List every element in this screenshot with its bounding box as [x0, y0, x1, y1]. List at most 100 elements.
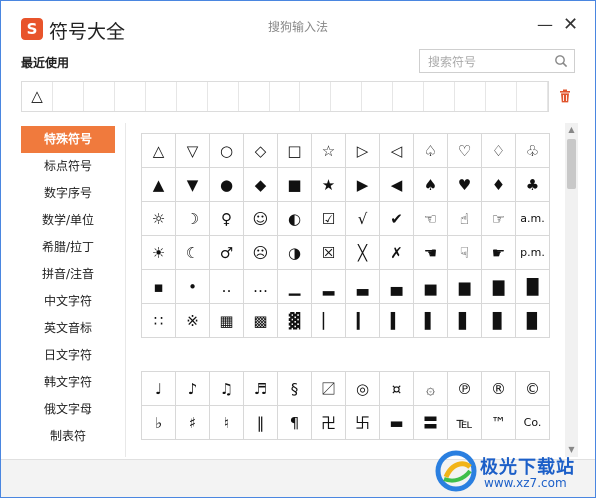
symbol-cell[interactable]: ☜ [413, 201, 448, 236]
symbol-cell[interactable]: ♬ [243, 371, 278, 406]
sidebar-item[interactable]: 数学/单位 [21, 207, 115, 234]
symbol-cell[interactable]: ♂ [209, 235, 244, 270]
sidebar-item[interactable]: 韩文字符 [21, 369, 115, 396]
symbol-cell[interactable]: ♤ [413, 133, 448, 168]
symbol-cell[interactable]: ▩ [243, 303, 278, 338]
symbol-cell[interactable]: ◎ [345, 371, 380, 406]
recent-symbol-cell[interactable] [455, 82, 487, 111]
symbol-cell[interactable]: ♢ [481, 133, 516, 168]
symbol-cell[interactable]: √ [345, 201, 380, 236]
sidebar-item[interactable]: 拼音/注音 [21, 261, 115, 288]
symbol-cell[interactable]: □ [277, 133, 312, 168]
symbol-cell[interactable]: ▼ [175, 167, 210, 202]
symbol-cell[interactable]: ™ [481, 405, 516, 440]
recent-symbol-cell[interactable] [115, 82, 146, 111]
symbol-cell[interactable]: a.m. [515, 201, 550, 236]
symbol-cell[interactable]: 〓 [413, 405, 448, 440]
symbol-cell[interactable]: ۞ [413, 371, 448, 406]
symbol-cell[interactable]: ☽ [175, 201, 210, 236]
search-box[interactable] [419, 49, 575, 73]
sidebar-item[interactable]: 数字序号 [21, 180, 115, 207]
symbol-cell[interactable]: 卐 [345, 405, 380, 440]
symbol-cell[interactable]: △ [141, 133, 176, 168]
symbol-cell[interactable]: ☆ [311, 133, 346, 168]
symbol-cell[interactable]: ♭ [141, 405, 176, 440]
recent-symbol-cell[interactable] [331, 82, 363, 111]
sidebar-item[interactable]: 日文字符 [21, 342, 115, 369]
recent-symbol-cell[interactable] [517, 82, 548, 111]
symbol-cell[interactable]: ※ [175, 303, 210, 338]
symbol-cell[interactable]: … [243, 269, 278, 304]
symbol-cell[interactable]: ▓ [277, 303, 312, 338]
symbol-cell[interactable]: • [175, 269, 210, 304]
symbol-cell[interactable]: ◐ [277, 201, 312, 236]
symbol-cell[interactable]: ▂ [311, 269, 346, 304]
symbol-cell[interactable]: ◆ [243, 167, 278, 202]
symbol-cell[interactable]: ☑ [311, 201, 346, 236]
symbol-cell[interactable]: ♮ [209, 405, 244, 440]
sidebar-item[interactable]: 俄文字母 [21, 396, 115, 423]
symbol-cell[interactable]: ∷ [141, 303, 176, 338]
symbol-cell[interactable]: § [277, 371, 312, 406]
recent-symbol-cell[interactable] [362, 82, 394, 111]
symbol-cell[interactable]: ▏ [311, 303, 346, 338]
symbol-cell[interactable]: ✔ [379, 201, 414, 236]
symbol-cell[interactable]: p.m. [515, 235, 550, 270]
symbol-cell[interactable]: ♪ [175, 371, 210, 406]
symbol-cell[interactable]: ☾ [175, 235, 210, 270]
symbol-cell[interactable]: ▍ [379, 303, 414, 338]
recent-symbol-cell[interactable] [486, 82, 517, 111]
symbol-cell[interactable]: ☞ [481, 201, 516, 236]
recent-symbol-cell[interactable] [53, 82, 84, 111]
minimize-button[interactable]: — [537, 15, 553, 35]
sidebar-item[interactable]: 英文音标 [21, 315, 115, 342]
symbol-cell[interactable]: ¶ [277, 405, 312, 440]
symbol-cell[interactable]: ♠ [413, 167, 448, 202]
search-input[interactable] [426, 51, 558, 73]
symbol-cell[interactable]: ☟ [447, 235, 482, 270]
sidebar-item[interactable]: 希腊/拉丁 [21, 234, 115, 261]
symbol-cell[interactable]: ℡ [447, 405, 482, 440]
symbol-cell[interactable]: ♥ [447, 167, 482, 202]
recent-symbol-cell[interactable] [146, 82, 177, 111]
scroll-up-arrow-icon[interactable]: ▲ [565, 125, 578, 135]
recent-symbol-cell[interactable] [424, 82, 456, 111]
symbol-cell[interactable]: ▷ [345, 133, 380, 168]
recent-symbol-cell[interactable] [177, 82, 208, 111]
symbol-cell[interactable]: ▪ [141, 269, 176, 304]
symbol-cell[interactable]: ☚ [413, 235, 448, 270]
symbol-cell[interactable]: ▬ [379, 405, 414, 440]
symbol-cell[interactable]: ▲ [141, 167, 176, 202]
symbol-cell[interactable]: ♫ [209, 371, 244, 406]
symbol-cell[interactable]: © [515, 371, 550, 406]
symbol-cell[interactable]: ♯ [175, 405, 210, 440]
symbol-cell[interactable]: ☛ [481, 235, 516, 270]
close-button[interactable]: ✕ [563, 15, 578, 35]
symbol-cell[interactable]: ◀ [379, 167, 414, 202]
symbol-cell[interactable]: █ [515, 269, 550, 304]
symbol-cell[interactable]: 〼 [311, 371, 346, 406]
symbol-cell[interactable]: ▇ [481, 269, 516, 304]
symbol-cell[interactable]: ▦ [209, 303, 244, 338]
symbol-cell[interactable]: ▶ [345, 167, 380, 202]
symbol-cell[interactable]: ★ [311, 167, 346, 202]
symbol-cell[interactable]: ✗ [379, 235, 414, 270]
symbol-cell[interactable]: ☹ [243, 235, 278, 270]
symbol-cell[interactable]: ▽ [175, 133, 210, 168]
symbol-cell[interactable]: ▊ [481, 303, 516, 338]
sidebar-item[interactable]: 标点符号 [21, 153, 115, 180]
symbol-cell[interactable]: ◑ [277, 235, 312, 270]
symbol-cell[interactable]: Co. [515, 405, 550, 440]
symbol-cell[interactable]: ▌ [413, 303, 448, 338]
symbol-cell[interactable]: ℗ [447, 371, 482, 406]
symbol-cell[interactable]: ● [209, 167, 244, 202]
symbol-cell[interactable]: ♧ [515, 133, 550, 168]
symbol-cell[interactable]: ☝ [447, 201, 482, 236]
sidebar-item[interactable]: 中文字符 [21, 288, 115, 315]
recent-symbol-cell[interactable] [393, 82, 425, 111]
recent-symbol-cell[interactable]: △ [22, 82, 53, 111]
recent-symbol-cell[interactable] [84, 82, 115, 111]
symbol-cell[interactable]: ╳ [345, 235, 380, 270]
symbol-cell[interactable]: ▄ [379, 269, 414, 304]
scroll-thumb[interactable] [567, 139, 576, 189]
